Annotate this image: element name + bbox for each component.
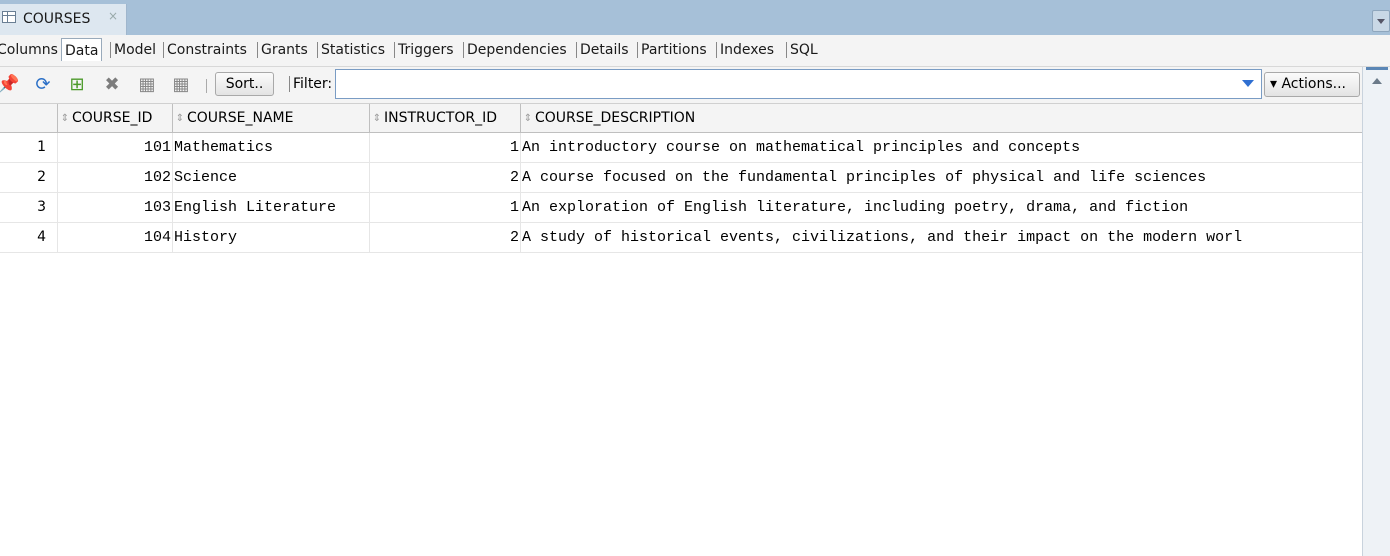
tab-columns[interactable]: Columns <box>0 42 58 58</box>
sort-button[interactable]: Sort.. <box>215 72 274 96</box>
dropdown-menu-button[interactable] <box>1372 10 1390 32</box>
cell-course-id[interactable]: 102 <box>58 163 173 192</box>
tab-label: COURSES <box>23 11 91 27</box>
tab-statistics[interactable]: Statistics <box>317 42 385 58</box>
filter-input[interactable] <box>335 69 1262 99</box>
pin-icon[interactable]: 📌 <box>0 75 19 95</box>
column-header-course-description[interactable]: ⇕ COURSE_DESCRIPTION <box>521 104 1362 133</box>
column-header-label: INSTRUCTOR_ID <box>384 110 497 126</box>
actions-button[interactable]: ▾ Actions... <box>1264 72 1360 97</box>
table-row[interactable]: 2 102 Science 2 A course focused on the … <box>0 163 1362 193</box>
column-header-label: COURSE_DESCRIPTION <box>535 110 696 126</box>
row-number[interactable]: 2 <box>0 163 58 192</box>
filter-history-dropdown-icon[interactable] <box>1242 80 1254 87</box>
cell-course-description[interactable]: An exploration of English literature, in… <box>521 193 1362 222</box>
cell-course-name[interactable]: Science <box>173 163 370 192</box>
tab-details[interactable]: Details <box>576 42 629 58</box>
cell-instructor-id[interactable]: 2 <box>370 223 521 252</box>
cell-course-name[interactable]: History <box>173 223 370 252</box>
row-number-header <box>0 104 58 133</box>
row-number[interactable]: 4 <box>0 223 58 252</box>
sort-toggle-icon: ⇕ <box>372 113 382 124</box>
cell-course-name[interactable]: English Literature <box>173 193 370 222</box>
scrollbar-thumb[interactable] <box>1366 67 1388 70</box>
tab-partitions[interactable]: Partitions <box>637 42 707 58</box>
scroll-up-icon[interactable] <box>1372 78 1382 84</box>
table-icon <box>2 11 16 23</box>
tab-data[interactable]: Data <box>61 38 103 61</box>
filter-label: Filter: <box>289 76 332 92</box>
data-grid: ⇕ COURSE_ID ⇕ COURSE_NAME ⇕ INSTRUCTOR_ID ⇕… <box>0 103 1362 556</box>
cell-course-id[interactable]: 101 <box>58 133 173 162</box>
table-row[interactable]: 3 103 English Literature 1 An exploratio… <box>0 193 1362 223</box>
cell-course-description[interactable]: A study of historical events, civilizati… <box>521 223 1362 252</box>
tab-indexes[interactable]: Indexes <box>716 42 774 58</box>
data-toolbar: 📌 ⟳ ⊞ ✖ ▦ ▦ Sort.. Filter: ▾ Actions... <box>0 67 1362 103</box>
sort-toggle-icon: ⇕ <box>523 113 533 124</box>
cell-instructor-id[interactable]: 1 <box>370 133 521 162</box>
column-header-instructor-id[interactable]: ⇕ INSTRUCTOR_ID <box>370 104 521 133</box>
tab-courses[interactable]: COURSES × <box>0 4 127 35</box>
row-number[interactable]: 1 <box>0 133 58 162</box>
column-header-course-id[interactable]: ⇕ COURSE_ID <box>58 104 173 133</box>
tab-triggers[interactable]: Triggers <box>394 42 454 58</box>
cell-course-description[interactable]: An introductory course on mathematical p… <box>521 133 1362 162</box>
table-row[interactable]: 1 101 Mathematics 1 An introductory cour… <box>0 133 1362 163</box>
table-row[interactable]: 4 104 History 2 A study of historical ev… <box>0 223 1362 253</box>
close-icon[interactable]: × <box>108 9 118 23</box>
cell-course-id[interactable]: 103 <box>58 193 173 222</box>
cell-course-name[interactable]: Mathematics <box>173 133 370 162</box>
column-header-label: COURSE_ID <box>72 110 153 126</box>
object-subtabs: Columns Data Model Constraints Grants St… <box>0 35 1390 67</box>
rollback-icon[interactable]: ▦ <box>170 75 192 95</box>
sort-toggle-icon: ⇕ <box>175 113 185 124</box>
cell-course-description[interactable]: A course focused on the fundamental prin… <box>521 163 1362 192</box>
tab-sql[interactable]: SQL <box>786 42 818 58</box>
insert-row-icon[interactable]: ⊞ <box>66 75 88 95</box>
refresh-icon[interactable]: ⟳ <box>32 75 54 95</box>
cell-course-id[interactable]: 104 <box>58 223 173 252</box>
column-header-course-name[interactable]: ⇕ COURSE_NAME <box>173 104 370 133</box>
toolbar-separator <box>206 79 207 93</box>
tab-constraints[interactable]: Constraints <box>163 42 247 58</box>
sort-toggle-icon: ⇕ <box>60 113 70 124</box>
tab-grants[interactable]: Grants <box>257 42 308 58</box>
row-number[interactable]: 3 <box>0 193 58 222</box>
column-header-label: COURSE_NAME <box>187 110 294 126</box>
commit-icon[interactable]: ▦ <box>136 75 158 95</box>
tab-dependencies[interactable]: Dependencies <box>463 42 567 58</box>
delete-row-icon[interactable]: ✖ <box>101 75 123 95</box>
editor-title-bar: COURSES × <box>0 0 1390 35</box>
cell-instructor-id[interactable]: 1 <box>370 193 521 222</box>
grid-header: ⇕ COURSE_ID ⇕ COURSE_NAME ⇕ INSTRUCTOR_ID ⇕… <box>0 103 1362 133</box>
tab-model[interactable]: Model <box>110 42 156 58</box>
vertical-scrollbar[interactable] <box>1362 67 1390 556</box>
cell-instructor-id[interactable]: 2 <box>370 163 521 192</box>
